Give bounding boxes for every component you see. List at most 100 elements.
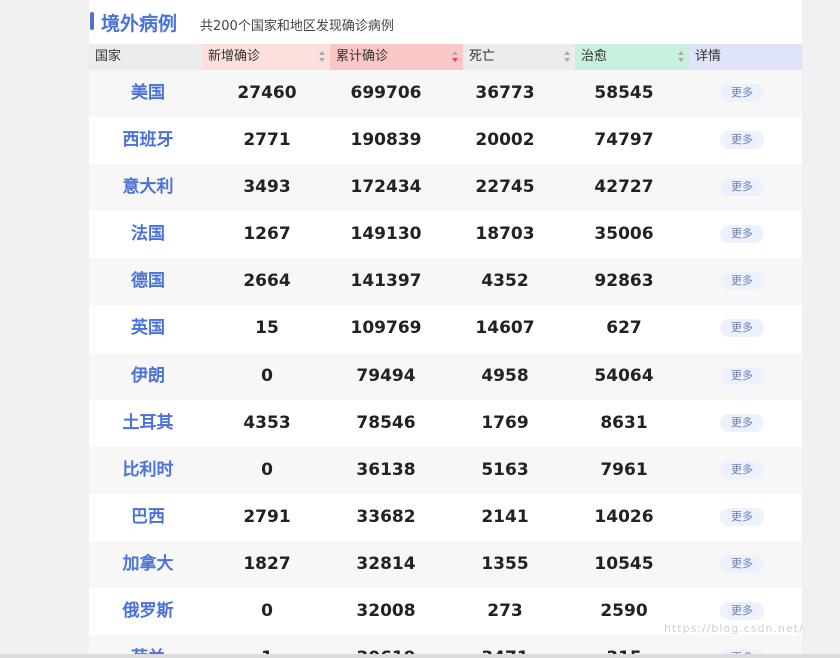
col-cured-label: 治愈	[581, 49, 608, 64]
deaths-value: 20002	[475, 130, 535, 151]
table-row: 伊朗 0 79494 4958 54064 更多	[89, 352, 802, 400]
new-confirmed-value: 0	[261, 601, 273, 622]
col-new-confirmed-label: 新增确诊	[208, 49, 261, 64]
deaths-value: 1355	[481, 553, 529, 574]
total-confirmed-value: 172434	[350, 177, 422, 198]
section-subtitle: 共200个国家和地区发现确诊病例	[200, 19, 394, 34]
col-country-header: 国家	[89, 44, 202, 70]
deaths-value: 36773	[475, 83, 535, 103]
col-detail-label: 详情	[695, 49, 722, 64]
new-confirmed-value: 1827	[243, 553, 291, 574]
sort-arrows-icon[interactable]	[319, 51, 325, 63]
more-details-button[interactable]: 更多	[720, 554, 764, 573]
cured-value: 74797	[594, 130, 654, 151]
country-name[interactable]: 美国	[89, 70, 208, 117]
country-name[interactable]: 比利时	[89, 447, 208, 494]
bottom-edge	[0, 654, 840, 658]
deaths-value: 4958	[481, 365, 529, 386]
new-confirmed-value: 1267	[243, 224, 291, 245]
sort-arrows-icon[interactable]	[564, 51, 570, 63]
table-row: 英国 15 109769 14607 627 更多	[89, 305, 802, 353]
more-details-button[interactable]: 更多	[720, 507, 764, 526]
section-header: 境外病例 共200个国家和地区发现确诊病例	[89, 0, 802, 44]
country-name[interactable]: 加拿大	[89, 541, 208, 588]
deaths-value: 273	[487, 601, 523, 622]
more-details-button[interactable]: 更多	[720, 178, 764, 197]
country-name[interactable]: 法国	[89, 211, 208, 258]
table-row: 法国 1267 149130 18703 35006 更多	[89, 211, 802, 259]
new-confirmed-value: 3493	[243, 177, 291, 198]
more-details-button[interactable]: 更多	[720, 84, 764, 102]
table-row: 土耳其 4353 78546 1769 8631 更多	[89, 399, 802, 447]
more-details-button[interactable]: 更多	[720, 319, 764, 338]
cured-value: 14026	[594, 506, 654, 527]
title-accent-bar	[90, 12, 94, 30]
total-confirmed-value: 149130	[350, 224, 422, 245]
cured-value: 58545	[594, 83, 654, 103]
cured-value: 10545	[594, 553, 654, 574]
new-confirmed-value: 2791	[243, 506, 291, 527]
cured-value: 35006	[594, 224, 654, 245]
new-confirmed-value: 4353	[243, 412, 291, 433]
table-row: 比利时 0 36138 5163 7961 更多	[89, 446, 802, 494]
country-name[interactable]: 巴西	[89, 494, 208, 541]
cured-value: 54064	[594, 365, 654, 386]
col-cured-header[interactable]: 治愈	[575, 44, 689, 70]
table-row: 美国 27460 699706 36773 58545 更多	[89, 70, 802, 118]
more-details-button[interactable]: 更多	[720, 131, 764, 150]
country-name[interactable]: 意大利	[89, 164, 208, 211]
country-name[interactable]: 英国	[89, 305, 208, 352]
deaths-value: 2141	[481, 506, 529, 527]
cured-value: 92863	[594, 271, 654, 292]
more-details-button[interactable]: 更多	[720, 460, 764, 479]
country-table-body: 美国 27460 699706 36773 58545 更多 西班牙 2771 190839 20…	[89, 70, 802, 658]
country-name[interactable]: 土耳其	[89, 400, 208, 447]
total-confirmed-value: 699706	[350, 83, 422, 103]
col-country-label: 国家	[95, 49, 122, 64]
deaths-value: 4352	[481, 271, 529, 292]
cured-value: 8631	[600, 412, 648, 433]
total-confirmed-value: 109769	[350, 318, 422, 339]
total-confirmed-value: 78546	[356, 412, 416, 433]
deaths-value: 1769	[481, 412, 529, 433]
table-header: 国家 新增确诊 累计确诊 死亡 治愈 详情	[89, 44, 802, 70]
new-confirmed-value: 2664	[243, 271, 291, 292]
more-details-button[interactable]: 更多	[720, 272, 764, 291]
country-name[interactable]: 西班牙	[89, 117, 208, 164]
new-confirmed-value: 0	[261, 459, 273, 480]
section-title: 境外病例	[101, 13, 178, 35]
col-detail-header: 详情	[689, 44, 802, 70]
country-name[interactable]: 伊朗	[89, 353, 208, 400]
col-deaths-label: 死亡	[469, 49, 496, 64]
table-row: 巴西 2791 33682 2141 14026 更多	[89, 493, 802, 541]
table-row: 德国 2664 141397 4352 92863 更多	[89, 258, 802, 306]
cured-value: 627	[606, 318, 642, 339]
table-row: 西班牙 2771 190839 20002 74797 更多	[89, 117, 802, 165]
deaths-value: 18703	[475, 224, 535, 245]
new-confirmed-value: 15	[255, 318, 279, 339]
total-confirmed-value: 33682	[356, 506, 416, 527]
country-name[interactable]: 德国	[89, 258, 208, 305]
sort-arrows-icon[interactable]	[452, 51, 458, 63]
more-details-button[interactable]: 更多	[720, 225, 764, 244]
col-deaths-header[interactable]: 死亡	[463, 44, 575, 70]
new-confirmed-value: 27460	[237, 83, 297, 103]
more-details-button[interactable]: 更多	[720, 602, 764, 621]
table-row: 意大利 3493 172434 22745 42727 更多	[89, 164, 802, 212]
table-row: 加拿大 1827 32814 1355 10545 更多	[89, 540, 802, 589]
total-confirmed-value: 141397	[350, 271, 422, 292]
country-name[interactable]: 俄罗斯	[89, 588, 208, 635]
more-details-button[interactable]: 更多	[720, 366, 764, 385]
deaths-value: 22745	[475, 177, 535, 198]
watermark: https://blog.csdn.net/	[664, 622, 802, 635]
col-new-confirmed-header[interactable]: 新增确诊	[202, 44, 330, 70]
more-details-button[interactable]: 更多	[720, 413, 764, 432]
col-total-confirmed-label: 累计确诊	[336, 49, 389, 64]
deaths-value: 14607	[475, 318, 535, 339]
overseas-cases-panel: 境外病例 共200个国家和地区发现确诊病例 国家 新增确诊 累计确诊 死亡 治愈 详情 美…	[89, 0, 802, 658]
sort-arrows-icon[interactable]	[678, 51, 684, 63]
col-total-confirmed-header[interactable]: 累计确诊	[330, 44, 463, 70]
cured-value: 42727	[594, 177, 654, 198]
total-confirmed-value: 79494	[356, 365, 416, 386]
total-confirmed-value: 32008	[356, 601, 416, 622]
